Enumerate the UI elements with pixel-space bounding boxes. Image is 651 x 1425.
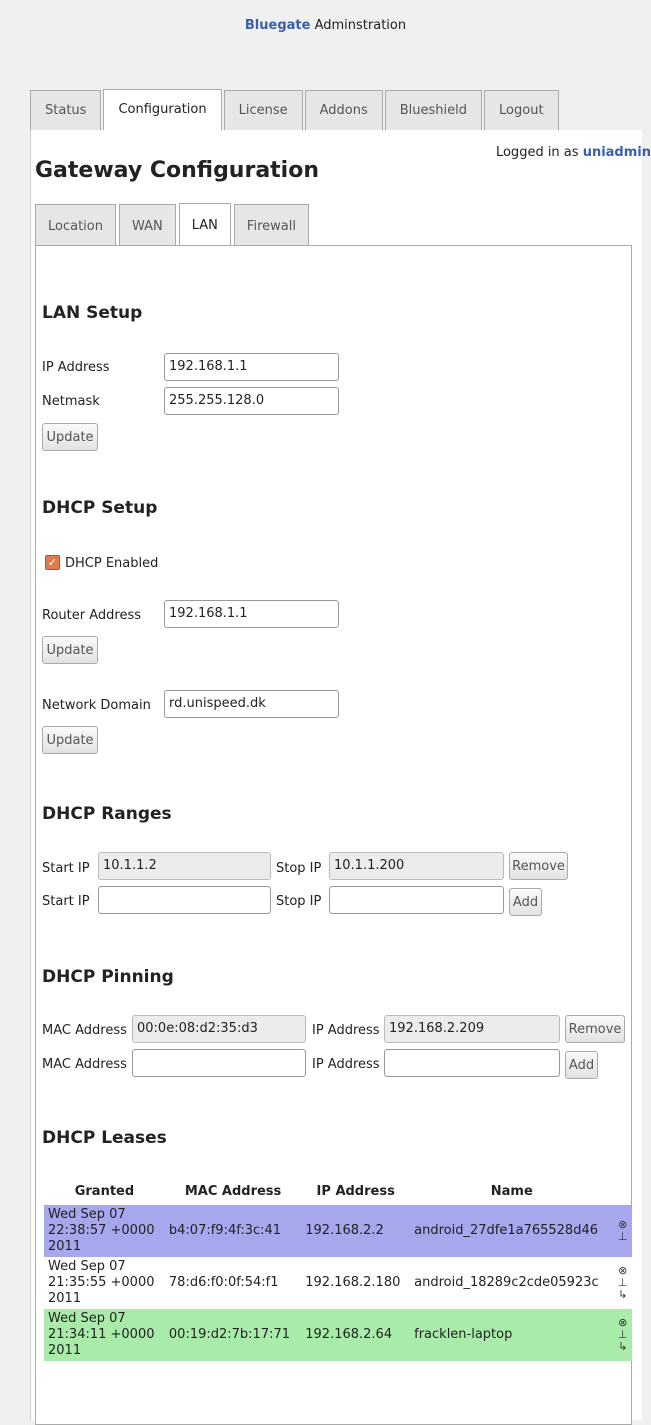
dhcp-enabled-checkbox[interactable]: ✓	[45, 555, 60, 570]
pin-ip-field[interactable]: 192.168.2.209	[384, 1015, 560, 1043]
range-add-button[interactable]: Add	[509, 888, 542, 916]
lan-setup-title: LAN Setup	[42, 303, 143, 323]
pin-remove-button[interactable]: Remove	[565, 1015, 625, 1043]
table-row: Wed Sep 07 22:38:57 +0000 2011 b4:07:f9:…	[44, 1205, 632, 1257]
range-remove-button[interactable]: Remove	[509, 852, 568, 880]
table-row: Wed Sep 07 21:34:11 +0000 2011 00:19:d2:…	[44, 1309, 632, 1361]
lease-actions: ⊗ ⊥ ↳	[613, 1257, 632, 1309]
tab-addons[interactable]: Addons	[304, 90, 383, 130]
pin-icon[interactable]: ⊥	[618, 1231, 628, 1243]
logged-in-status: Logged in as uniadmin	[496, 145, 651, 160]
subtab-location[interactable]: Location	[35, 204, 116, 246]
domain-update-button[interactable]: Update	[42, 726, 98, 754]
dhcp-ranges-title: DHCP Ranges	[42, 804, 172, 824]
tab-logout[interactable]: Logout	[484, 90, 559, 130]
unlock-icon[interactable]: ↳	[618, 1289, 627, 1301]
range-stop-input-new[interactable]	[329, 886, 504, 914]
pin-ip-input-new[interactable]	[384, 1049, 560, 1077]
pin-ip-label-new: IP Address	[312, 1057, 380, 1072]
network-domain-label: Network Domain	[42, 698, 151, 713]
lease-mac: b4:07:f9:4f:3c:41	[164, 1205, 302, 1257]
router-address-field[interactable]: 192.168.1.1	[164, 600, 339, 628]
page-title: Gateway Configuration	[35, 158, 320, 183]
col-granted: Granted	[74, 1184, 135, 1199]
ip-address-field[interactable]: 192.168.1.1	[164, 353, 339, 381]
lease-ip: 192.168.2.180	[301, 1257, 411, 1309]
header-title: Adminstration	[314, 18, 407, 33]
lease-granted: Wed Sep 07 22:38:57 +0000 2011	[44, 1205, 165, 1257]
range-start-field[interactable]: 10.1.1.2	[98, 852, 271, 880]
range-start-label: Start IP	[42, 861, 90, 876]
range-stop-label-new: Stop IP	[276, 894, 322, 909]
col-actions	[613, 1178, 632, 1205]
subtab-lan[interactable]: LAN	[178, 203, 231, 247]
lan-update-button[interactable]: Update	[42, 423, 98, 451]
app-header: Bluegate Adminstration	[0, 0, 651, 60]
lease-ip: 192.168.2.2	[301, 1205, 411, 1257]
ip-address-label: IP Address	[42, 360, 110, 375]
dhcp-enabled-label: DHCP Enabled	[65, 556, 159, 571]
tab-status[interactable]: Status	[30, 90, 102, 130]
dhcp-leases-table: Granted MAC Address IP Address Name Wed …	[44, 1178, 632, 1361]
col-mac-address: MAC Address	[184, 1184, 282, 1199]
pin-ip-label: IP Address	[312, 1023, 380, 1038]
table-row: Wed Sep 07 21:35:55 +0000 2011 78:d6:f0:…	[44, 1257, 632, 1309]
lease-name: android_27dfe1a765528d46	[410, 1205, 614, 1257]
pin-mac-label-new: MAC Address	[42, 1057, 127, 1072]
lease-granted: Wed Sep 07 21:35:55 +0000 2011	[44, 1257, 165, 1309]
logged-in-user[interactable]: uniadmin	[583, 145, 651, 160]
lease-name: android_18289c2cde05923c	[410, 1257, 614, 1309]
col-ip-address: IP Address	[316, 1184, 395, 1199]
netmask-label: Netmask	[42, 394, 100, 409]
pin-add-button[interactable]: Add	[565, 1051, 598, 1079]
router-update-button[interactable]: Update	[42, 636, 98, 664]
lease-mac: 78:d6:f0:0f:54:f1	[164, 1257, 302, 1309]
lease-name: fracklen-laptop	[410, 1309, 614, 1361]
tab-license[interactable]: License	[223, 90, 303, 130]
lease-ip: 192.168.2.64	[301, 1309, 411, 1361]
brand-name: Bluegate	[244, 18, 311, 33]
tab-configuration[interactable]: Configuration	[103, 89, 222, 131]
sub-tabs: Location WAN LAN Firewall	[35, 203, 312, 247]
unlock-icon[interactable]: ↳	[618, 1341, 627, 1353]
lease-actions: ⊗ ⊥ ↳	[613, 1309, 632, 1361]
network-domain-field[interactable]: rd.unispeed.dk	[164, 690, 339, 718]
subtab-firewall[interactable]: Firewall	[233, 204, 309, 246]
range-stop-field[interactable]: 10.1.1.200	[329, 852, 504, 880]
dhcp-leases-title: DHCP Leases	[42, 1128, 167, 1148]
main-tabs: Status Configuration License Addons Blue…	[30, 89, 561, 131]
col-name: Name	[490, 1184, 533, 1199]
dhcp-setup-title: DHCP Setup	[42, 498, 158, 518]
range-start-input-new[interactable]	[98, 886, 271, 914]
range-start-label-new: Start IP	[42, 894, 90, 909]
subtab-wan[interactable]: WAN	[118, 204, 176, 246]
table-header-row: Granted MAC Address IP Address Name	[44, 1178, 632, 1205]
pin-mac-label: MAC Address	[42, 1023, 127, 1038]
router-address-label: Router Address	[42, 608, 141, 623]
tab-blueshield[interactable]: Blueshield	[384, 90, 483, 130]
lease-mac: 00:19:d2:7b:17:71	[164, 1309, 302, 1361]
lease-granted: Wed Sep 07 21:34:11 +0000 2011	[44, 1309, 165, 1361]
range-stop-label: Stop IP	[276, 861, 322, 876]
lease-actions: ⊗ ⊥	[613, 1205, 632, 1257]
pin-mac-field[interactable]: 00:0e:08:d2:35:d3	[132, 1015, 306, 1043]
logged-in-prefix: Logged in as	[495, 145, 579, 160]
dhcp-pinning-title: DHCP Pinning	[42, 967, 174, 987]
netmask-field[interactable]: 255.255.128.0	[164, 387, 339, 415]
pin-mac-input-new[interactable]	[132, 1049, 306, 1077]
